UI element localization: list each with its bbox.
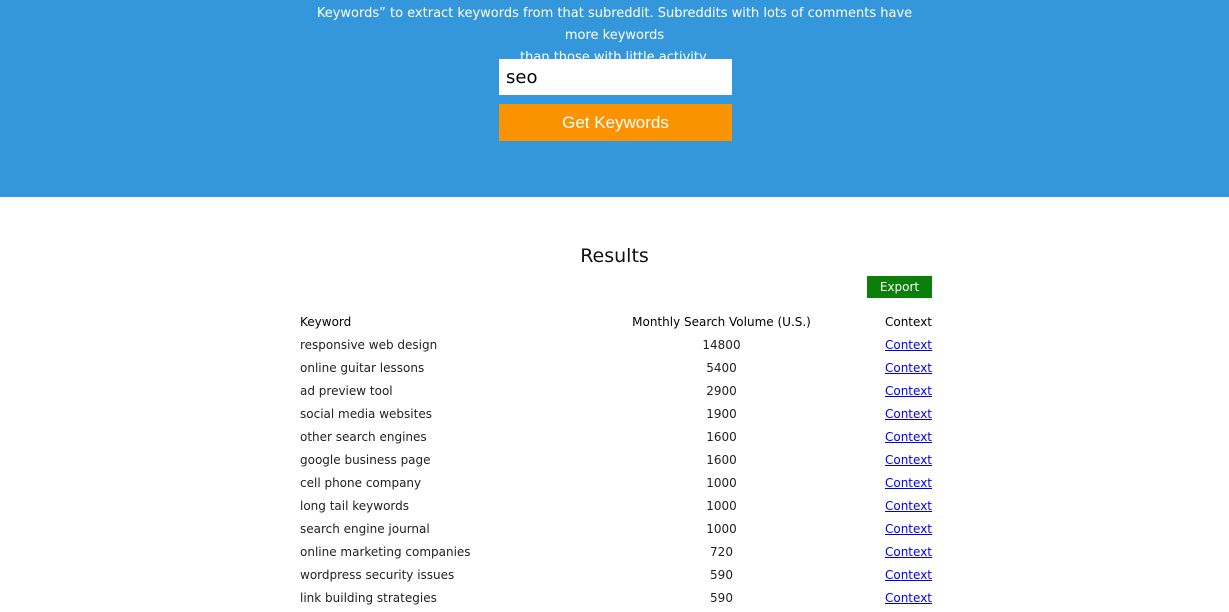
keyword-cell: wordpress security issues <box>300 568 455 582</box>
results-table: Keyword Monthly Search Volume (U.S.) Con… <box>298 311 934 610</box>
volume-column-header: Monthly Search Volume (U.S.) <box>632 315 811 329</box>
search-volume-cell: 1000 <box>706 522 737 536</box>
table-row: social media websites 1900 Context <box>298 403 934 426</box>
keyword-cell: social media websites <box>300 407 432 421</box>
context-cell: Context <box>876 587 934 610</box>
export-button[interactable]: Export <box>867 276 932 298</box>
table-row: responsive web design 14800 Context <box>298 334 934 357</box>
search-volume-cell: 590 <box>710 591 733 605</box>
context-column-header: Context <box>884 315 932 329</box>
context-link[interactable]: Context <box>885 568 932 582</box>
keyword-cell: responsive web design <box>300 338 438 352</box>
context-cell: Context <box>876 403 934 426</box>
table-header-row: Keyword Monthly Search Volume (U.S.) Con… <box>298 311 934 334</box>
search-volume-cell: 2900 <box>706 384 737 398</box>
get-keywords-button[interactable]: Get Keywords <box>499 104 732 141</box>
keyword-cell: link building strategies <box>300 591 437 605</box>
context-cell: Context <box>876 472 934 495</box>
search-volume-cell: 1000 <box>706 499 737 513</box>
table-row: wordpress security issues 590 Context <box>298 564 934 587</box>
context-link[interactable]: Context <box>885 499 932 513</box>
search-volume-cell: 5400 <box>706 361 737 375</box>
keyword-cell: search engine journal <box>300 522 430 536</box>
context-link[interactable]: Context <box>885 338 932 352</box>
table-row: search engine journal 1000 Context <box>298 518 934 541</box>
context-cell: Context <box>876 564 934 587</box>
context-link[interactable]: Context <box>885 407 932 421</box>
context-cell: Context <box>876 495 934 518</box>
table-row: long tail keywords 1000 Context <box>298 495 934 518</box>
context-cell: Context <box>876 334 934 357</box>
keyword-cell: google business page <box>300 453 431 467</box>
search-volume-cell: 720 <box>710 545 733 559</box>
context-cell: Context <box>876 380 934 403</box>
keyword-cell: cell phone company <box>300 476 422 490</box>
table-row: link building strategies 590 Context <box>298 587 934 610</box>
context-link[interactable]: Context <box>885 545 932 559</box>
context-link[interactable]: Context <box>885 522 932 536</box>
keyword-column-header: Keyword <box>300 315 352 329</box>
context-link[interactable]: Context <box>885 430 932 444</box>
search-volume-cell: 1000 <box>706 476 737 490</box>
table-row: online marketing companies 720 Context <box>298 541 934 564</box>
intro-line-1: Keywords” to extract keywords from that … <box>316 6 913 43</box>
search-volume-cell: 590 <box>710 568 733 582</box>
context-cell: Context <box>876 426 934 449</box>
context-cell: Context <box>876 449 934 472</box>
table-row: online guitar lessons 5400 Context <box>298 357 934 380</box>
table-row: cell phone company 1000 Context <box>298 472 934 495</box>
keyword-cell: online marketing companies <box>300 545 471 559</box>
table-row: google business page 1600 Context <box>298 449 934 472</box>
context-cell: Context <box>876 541 934 564</box>
keyword-cell: ad preview tool <box>300 384 393 398</box>
search-volume-cell: 1600 <box>706 430 737 444</box>
keyword-cell: online guitar lessons <box>300 361 425 375</box>
context-cell: Context <box>876 518 934 541</box>
search-volume-cell: 14800 <box>702 338 741 352</box>
search-volume-cell: 1900 <box>706 407 737 421</box>
context-link[interactable]: Context <box>885 591 932 605</box>
subreddit-input[interactable] <box>499 59 732 95</box>
table-row: ad preview tool 2900 Context <box>298 380 934 403</box>
context-link[interactable]: Context <box>885 476 932 490</box>
context-link[interactable]: Context <box>885 361 932 375</box>
keyword-cell: long tail keywords <box>300 499 410 513</box>
search-volume-cell: 1600 <box>706 453 737 467</box>
context-link[interactable]: Context <box>885 384 932 398</box>
table-row: other search engines 1600 Context <box>298 426 934 449</box>
context-link[interactable]: Context <box>885 453 932 467</box>
results-body: responsive web design 14800 Context online … <box>298 334 934 610</box>
context-cell: Context <box>876 357 934 380</box>
results-title: Results <box>580 245 649 267</box>
keyword-cell: other search engines <box>300 430 427 444</box>
hero-section: Keywords” to extract keywords from that … <box>0 0 1229 197</box>
